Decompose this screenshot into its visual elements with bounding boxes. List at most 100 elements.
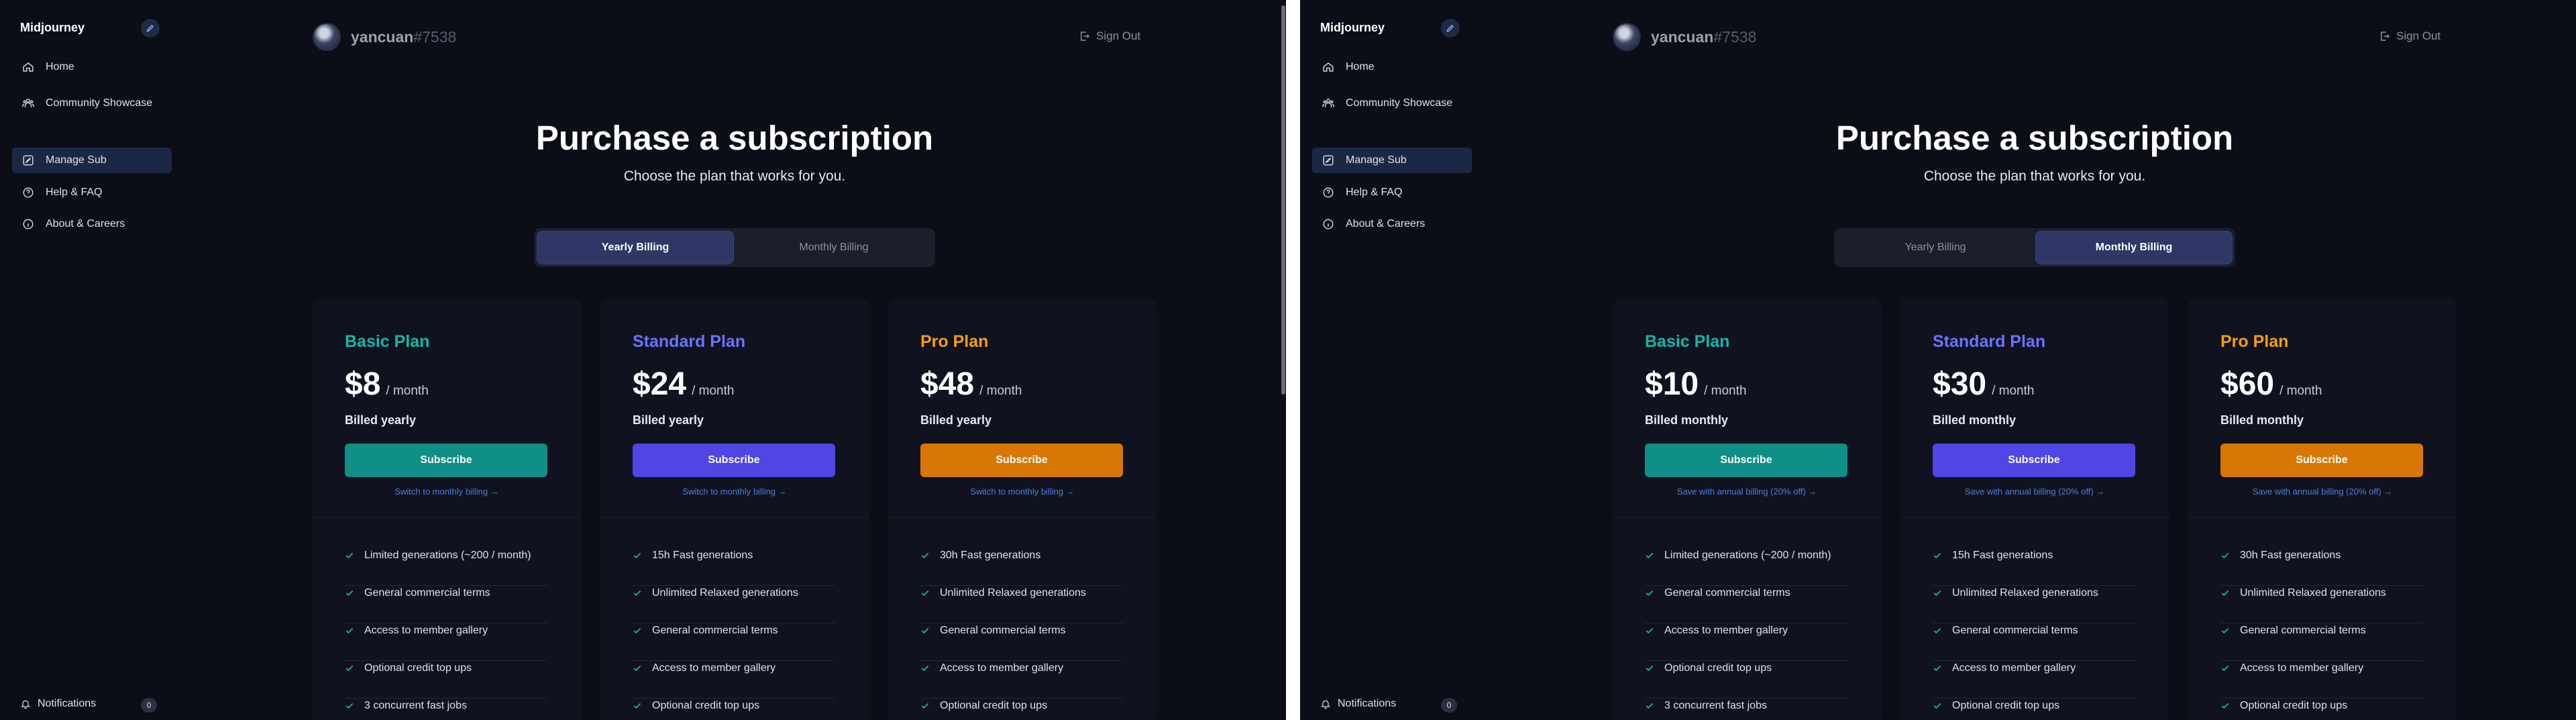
switch-billing-link[interactable]: Switch to monthly billing → [313,486,581,497]
list-item: General commercial terms [920,623,1123,661]
plan-card-basic: Basic Plan $8 / month Billed yearly Subsc… [313,297,581,720]
page-title: Purchase a subscription [535,119,934,157]
list-item: Optional credit top ups [633,699,835,720]
notifications-label: Notifications [1338,698,1397,709]
bell-icon [20,699,31,709]
username: yancuan#7538 [351,28,456,46]
page-subtitle: Choose the plan that works for you. [1923,168,2146,184]
sidebar-item-community-showcase[interactable]: Community Showcase [12,91,172,116]
sidebar-item-label: Help & FAQ [1346,187,1403,198]
community-icon [1322,97,1335,110]
subscribe-button[interactable]: Subscribe [2220,444,2423,477]
sidebar-item-home[interactable]: Home [12,54,172,80]
price-period: / month [386,384,429,398]
price-period: / month [1992,384,2035,398]
list-item: 30h Fast generations [2220,548,2423,586]
edit-icon[interactable] [1441,19,1460,38]
scrollbar[interactable] [1281,5,1285,395]
sidebar-item-label: Home [1346,61,1375,72]
price-amount: $60 [2220,366,2275,402]
list-item: 3 concurrent fast jobs [345,699,547,720]
list-item: Optional credit top ups [920,699,1123,720]
brand-logo[interactable]: Midjourney [1320,21,1385,35]
divider [1900,517,2169,518]
notifications-button[interactable]: Notifications 0 [20,698,157,713]
check-icon [345,662,356,673]
list-item: 3 concurrent fast jobs [1645,699,1847,720]
plan-price: $60 / month [2220,366,2322,403]
help-icon [1322,186,1335,199]
tab-monthly-billing[interactable]: Monthly Billing [2036,232,2232,264]
sidebar-item-about-careers[interactable]: About & Careers [12,211,172,237]
plan-price: $48 / month [920,366,1022,403]
sidebar-item-home[interactable]: Home [1312,54,1472,80]
tab-yearly-billing[interactable]: Yearly Billing [537,232,733,264]
feature-text: General commercial terms [652,625,778,636]
brand-logo[interactable]: Midjourney [20,21,85,35]
subscribe-button[interactable]: Subscribe [920,444,1123,477]
sign-out-button[interactable]: Sign Out [1079,30,1140,43]
list-item: Unlimited Relaxed generations [2220,586,2423,623]
plan-card-standard: Standard Plan $30/ month Billed monthly … [1900,297,2169,720]
avatar[interactable] [1613,23,1641,51]
user-discriminator: #7538 [413,28,457,46]
feature-text: Access to member gallery [2240,662,2364,674]
avatar[interactable] [313,23,341,51]
notifications-label: Notifications [38,698,97,709]
sidebar-item-community-showcase[interactable]: Community Showcase [1312,91,1472,116]
sidebar-item-about-careers[interactable]: About & Careers [1312,211,1472,237]
tab-yearly-billing[interactable]: Yearly Billing [1837,232,2033,264]
billing-note: Billed monthly [1645,413,1729,427]
username-text: yancuan [1651,28,1714,46]
sidebar-item-label: Community Showcase [46,97,153,109]
feature-text: Optional credit top ups [940,700,1048,711]
feature-text: Limited generations (~200 / month) [1664,550,1831,561]
check-icon [633,550,643,560]
edit-icon[interactable] [141,19,160,38]
price-period: / month [1704,384,1747,398]
list-item: General commercial terms [2220,623,2423,661]
switch-billing-link[interactable]: Save with annual billing (20% off) → [2188,486,2457,497]
switch-billing-link[interactable]: Save with annual billing (20% off) → [1900,486,2169,497]
list-item: Optional credit top ups [1645,661,1847,699]
list-item: Access to member gallery [920,661,1123,699]
notifications-button[interactable]: Notifications 0 [1320,698,1457,713]
feature-text: Unlimited Relaxed generations [652,587,798,599]
feature-text: Access to member gallery [1664,625,1788,636]
subscribe-button[interactable]: Subscribe [1645,444,1847,477]
check-icon [920,550,931,560]
plan-name: Basic Plan [1645,332,1730,351]
subscribe-button[interactable]: Subscribe [345,444,547,477]
feature-text: General commercial terms [940,625,1066,636]
feature-list: 30h Fast generations Unlimited Relaxed g… [920,548,1123,720]
check-icon [1645,587,1656,598]
feature-list: Limited generations (~200 / month) Gener… [1645,548,1847,720]
switch-billing-link[interactable]: Switch to monthly billing → [600,486,869,497]
plan-price: $30 / month [1933,366,2034,403]
home-icon [21,60,35,74]
check-icon [345,550,356,560]
list-item: Unlimited Relaxed generations [920,586,1123,623]
feature-text: Optional credit top ups [1664,662,1772,674]
feature-text: Access to member gallery [1952,662,2076,674]
list-item: General commercial terms [1645,586,1847,623]
subscribe-button[interactable]: Subscribe [1933,444,2135,477]
billing-note: Billed monthly [2220,413,2304,427]
check-icon [1933,587,1943,598]
info-icon [1322,217,1335,231]
divider [600,517,869,518]
sign-out-button[interactable]: Sign Out [2379,30,2440,43]
sidebar-item-label: About & Careers [46,218,125,229]
billing-note: Billed yearly [345,413,417,427]
check-icon [345,625,356,635]
sidebar-item-label: Help & FAQ [46,187,103,198]
feature-text: Unlimited Relaxed generations [940,587,1086,599]
switch-billing-link[interactable]: Save with annual billing (20% off) → [1613,486,1881,497]
check-icon [920,662,931,673]
tab-monthly-billing[interactable]: Monthly Billing [736,232,932,264]
subscribe-button[interactable]: Subscribe [633,444,835,477]
feature-text: 30h Fast generations [2240,550,2341,561]
list-item: Limited generations (~200 / month) [1645,548,1847,586]
price-period: / month [2279,384,2322,398]
switch-billing-link[interactable]: Switch to monthly billing → [888,486,1157,497]
